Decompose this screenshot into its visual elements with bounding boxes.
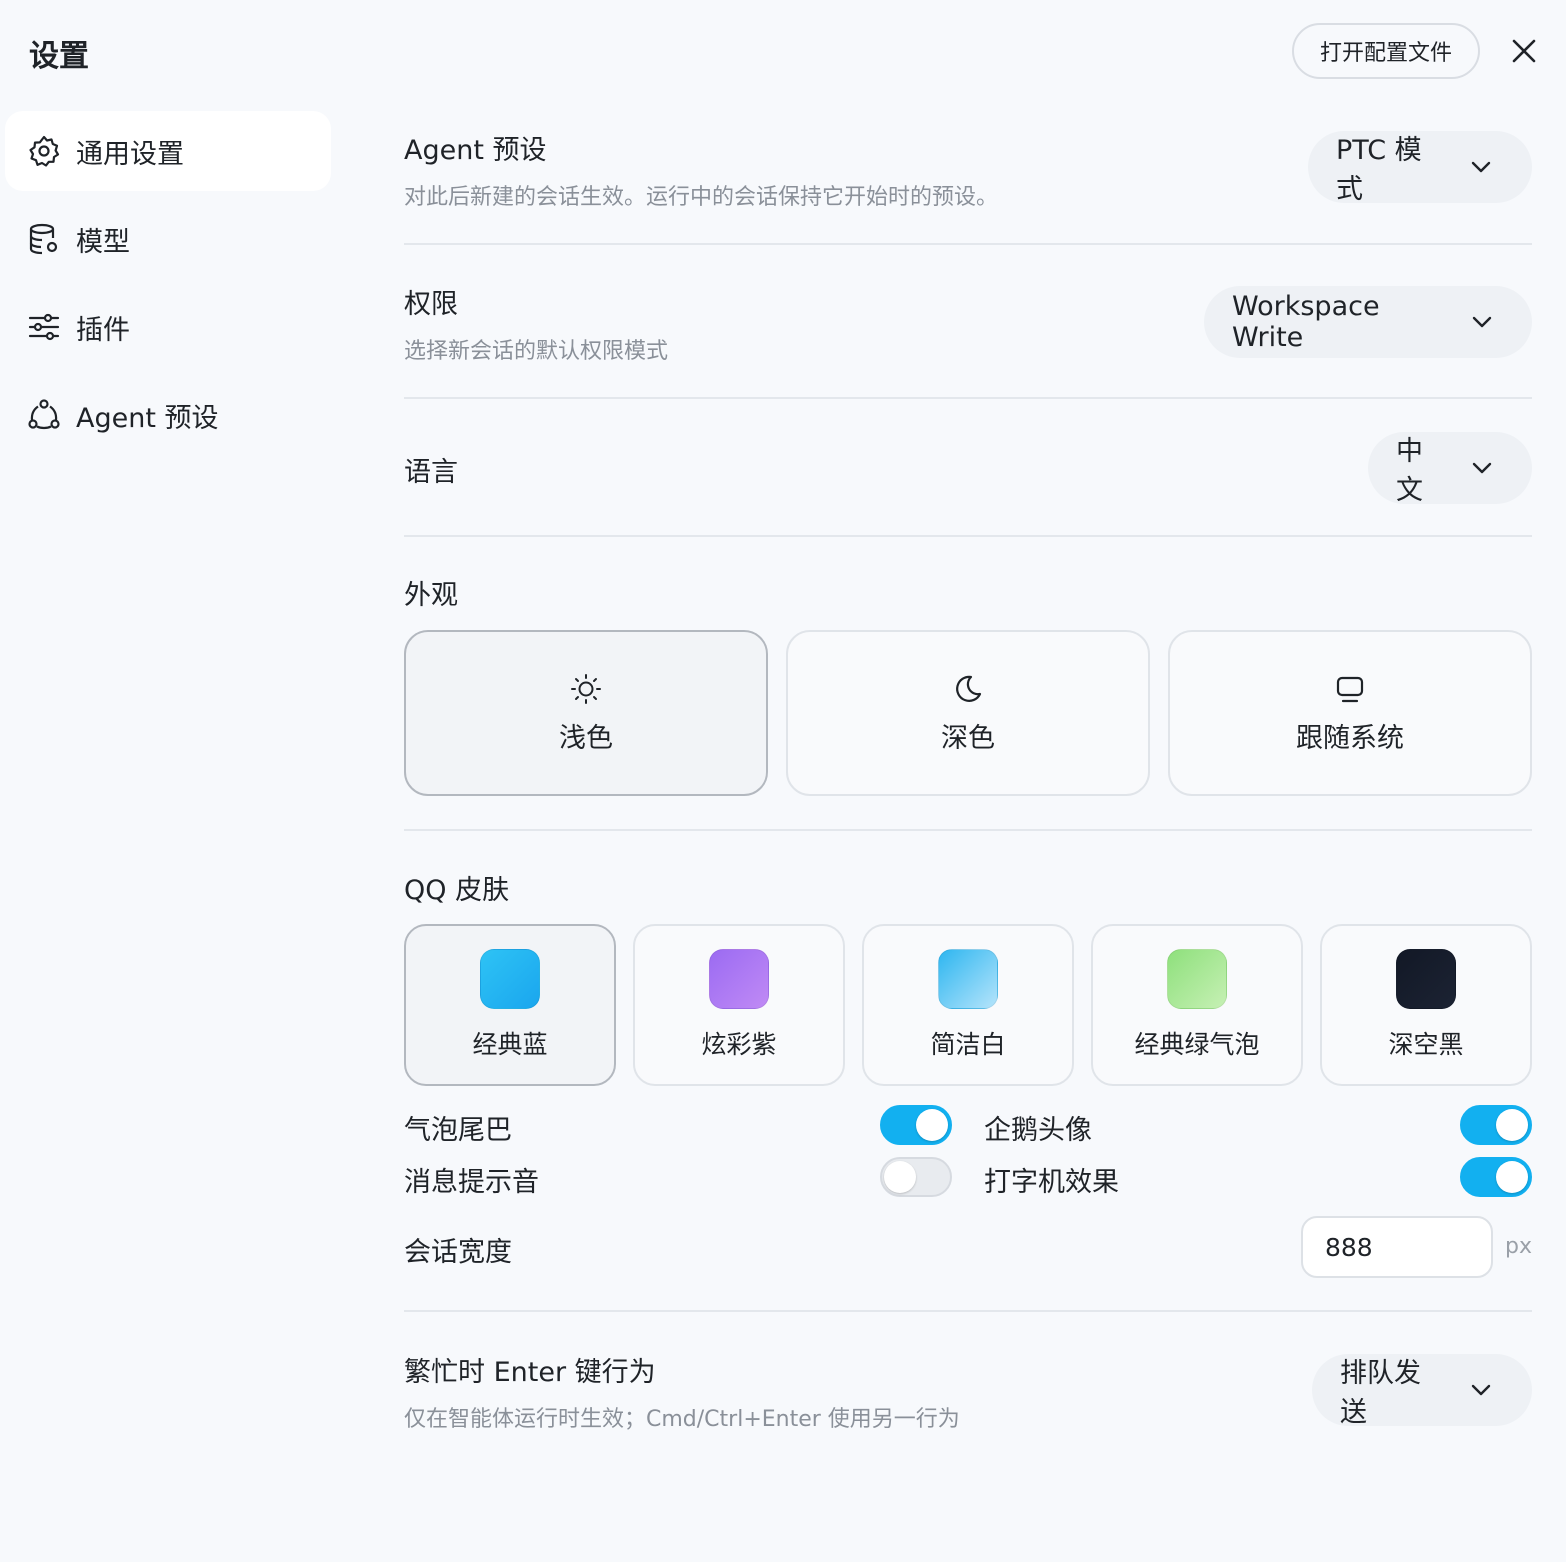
chat-width-unit: px — [1505, 1234, 1532, 1259]
skin-label: 简洁白 — [930, 1030, 1006, 1059]
sun-icon — [569, 672, 603, 706]
skin-swatch — [1167, 949, 1227, 1009]
chevron-down-icon — [1471, 1378, 1494, 1402]
divider — [404, 397, 1532, 399]
sidebar-item-models[interactable]: 模型 — [5, 199, 331, 279]
skin-label: 深空黑 — [1388, 1030, 1464, 1059]
sliders-icon — [27, 310, 61, 344]
sidebar-item-label: Agent 预设 — [76, 402, 219, 434]
skin-option-purple[interactable]: 炫彩紫 — [633, 924, 845, 1086]
busy-enter-value: 排队发送 — [1340, 1358, 1421, 1428]
appearance-title: 外观 — [404, 580, 458, 611]
appearance-option-light[interactable]: 浅色 — [404, 630, 768, 796]
agent-preset-desc: 对此后新建的会话生效。运行中的会话保持它开始时的预设。 — [404, 185, 999, 210]
agent-preset-title: Agent 预设 — [404, 135, 547, 166]
toggle-knob — [884, 1161, 916, 1193]
divider — [404, 243, 1532, 245]
chat-width-input[interactable] — [1301, 1216, 1493, 1278]
settings-panel: Agent 预设 对此后新建的会话生效。运行中的会话保持它开始时的预设。 PTC… — [404, 0, 1532, 1562]
permission-select[interactable]: Workspace Write — [1204, 286, 1532, 358]
appearance-label: 深色 — [941, 722, 995, 754]
monitor-icon — [1333, 672, 1367, 706]
appearance-label: 浅色 — [559, 722, 613, 754]
toggle-knob — [1496, 1161, 1528, 1193]
divider — [404, 535, 1532, 537]
permission-desc: 选择新会话的默认权限模式 — [404, 339, 669, 364]
gear-icon — [27, 134, 61, 168]
qq-skin-title: QQ 皮肤 — [404, 875, 510, 906]
skin-swatch — [1396, 949, 1456, 1009]
sidebar-item-label: 插件 — [76, 314, 130, 346]
permission-title: 权限 — [404, 289, 458, 320]
sidebar-item-plugins[interactable]: 插件 — [5, 287, 331, 367]
chat-width-label: 会话宽度 — [404, 1237, 512, 1268]
skin-swatch — [938, 949, 998, 1009]
agent-icon — [27, 398, 61, 432]
appearance-label: 跟随系统 — [1296, 722, 1404, 754]
agent-preset-value: PTC 模式 — [1336, 135, 1422, 205]
language-value: 中文 — [1396, 436, 1423, 506]
typewriter-label: 打字机效果 — [984, 1167, 1119, 1198]
appearance-option-system[interactable]: 跟随系统 — [1168, 630, 1532, 796]
appearance-option-dark[interactable]: 深色 — [786, 630, 1150, 796]
chevron-down-icon — [1472, 456, 1494, 480]
chevron-down-icon — [1472, 310, 1494, 334]
page-title: 设置 — [29, 39, 89, 74]
sidebar-item-general[interactable]: 通用设置 — [5, 111, 331, 191]
busy-enter-desc: 仅在智能体运行时生效；Cmd/Ctrl+Enter 使用另一行为 — [404, 1407, 960, 1432]
bubble-tail-label: 气泡尾巴 — [404, 1115, 512, 1146]
sidebar-item-label: 通用设置 — [76, 138, 184, 170]
database-icon — [27, 222, 61, 256]
toggle-knob — [1496, 1109, 1528, 1141]
divider — [404, 1310, 1532, 1312]
divider — [404, 829, 1532, 831]
skin-option-white[interactable]: 简洁白 — [862, 924, 1074, 1086]
language-title: 语言 — [404, 457, 458, 488]
notify-sound-label: 消息提示音 — [404, 1167, 539, 1198]
busy-enter-select[interactable]: 排队发送 — [1312, 1354, 1532, 1428]
typewriter-toggle[interactable] — [1460, 1157, 1532, 1197]
penguin-avatar-toggle[interactable] — [1460, 1105, 1532, 1145]
skin-label: 炫彩紫 — [701, 1030, 777, 1059]
language-select[interactable]: 中文 — [1368, 432, 1532, 506]
skin-label: 经典绿气泡 — [1134, 1030, 1260, 1059]
chevron-down-icon — [1471, 155, 1494, 179]
skin-option-green-bubble[interactable]: 经典绿气泡 — [1091, 924, 1303, 1086]
skin-option-classic-blue[interactable]: 经典蓝 — [404, 924, 616, 1086]
permission-value: Workspace Write — [1232, 291, 1380, 353]
penguin-avatar-label: 企鹅头像 — [984, 1115, 1092, 1146]
busy-enter-title: 繁忙时 Enter 键行为 — [404, 1357, 656, 1388]
notify-sound-toggle[interactable] — [880, 1157, 952, 1197]
skin-option-space-black[interactable]: 深空黑 — [1320, 924, 1532, 1086]
skin-label: 经典蓝 — [472, 1030, 548, 1059]
skin-swatch — [709, 949, 769, 1009]
toggle-knob — [916, 1109, 948, 1141]
moon-icon — [951, 672, 985, 706]
agent-preset-select[interactable]: PTC 模式 — [1308, 131, 1532, 205]
sidebar-item-agent-preset[interactable]: Agent 预设 — [5, 375, 331, 455]
skin-swatch — [480, 949, 540, 1009]
bubble-tail-toggle[interactable] — [880, 1105, 952, 1145]
sidebar-item-label: 模型 — [76, 226, 130, 258]
